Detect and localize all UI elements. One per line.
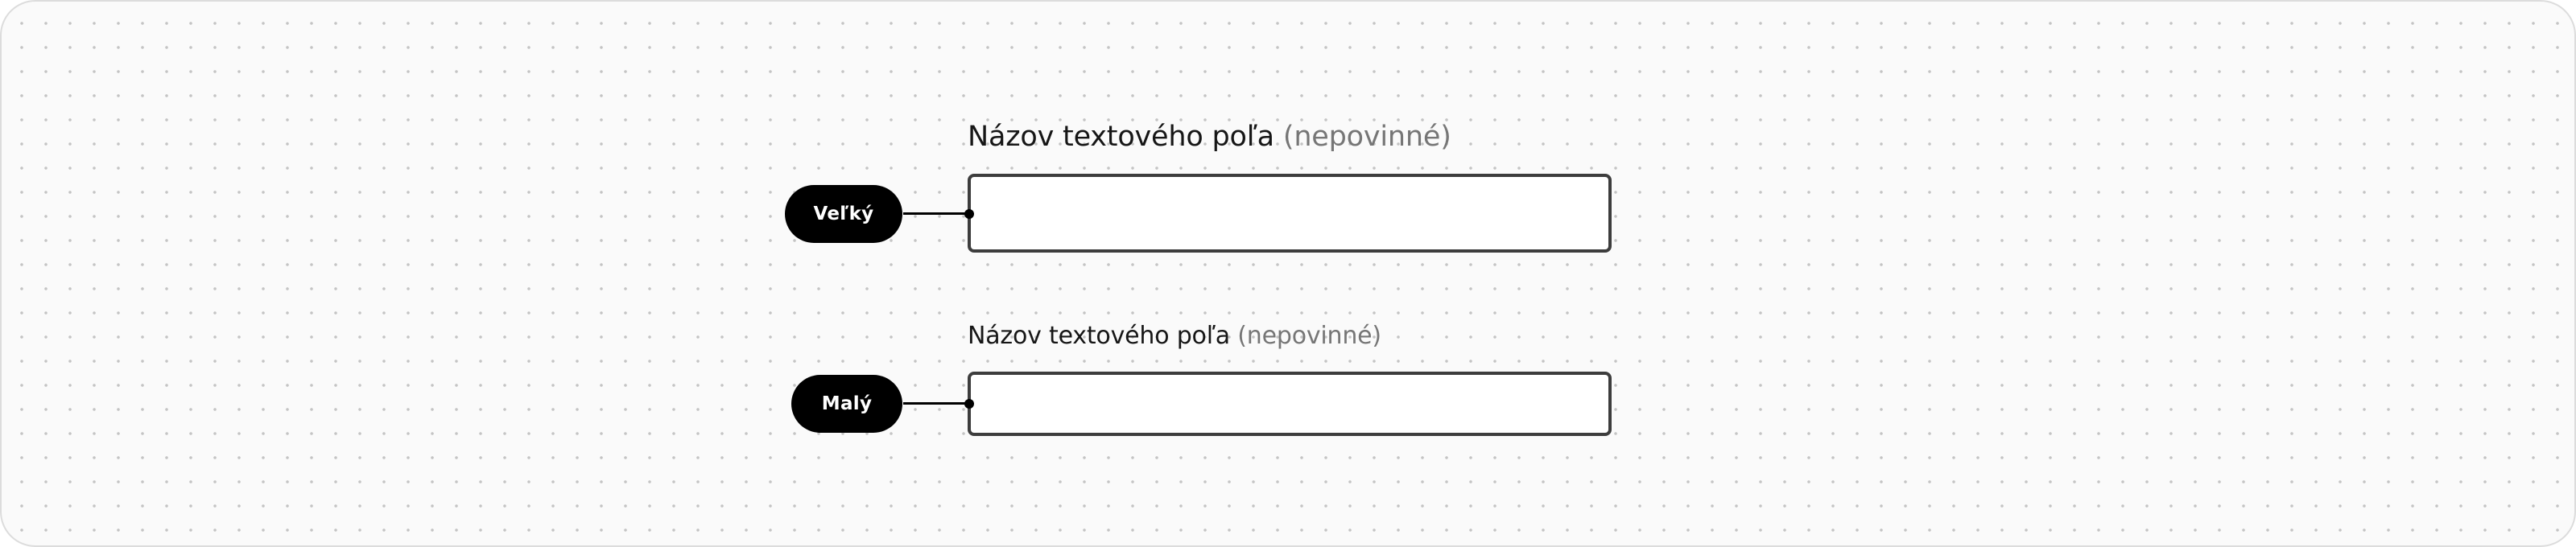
small-field-optional-hint: (nepovinné) <box>1237 322 1381 350</box>
large-field-label-text: Názov textového poľa <box>968 121 1274 153</box>
small-field-label-text: Názov textového poľa <box>968 322 1230 350</box>
connector-line-small <box>903 402 969 405</box>
connector-dot-small <box>964 399 974 409</box>
size-tag-small: Malý <box>791 375 902 433</box>
small-field-label: Názov textového poľa (nepovinné) <box>968 319 1381 354</box>
connector-dot-large <box>964 209 974 219</box>
large-field-optional-hint: (nepovinné) <box>1282 121 1451 153</box>
small-text-input[interactable] <box>968 372 1612 436</box>
size-tag-large: Veľký <box>785 185 902 243</box>
connector-line-large <box>903 212 969 215</box>
dotted-canvas: Názov textového poľa (nepovinné) Veľký N… <box>0 0 2576 547</box>
large-text-input[interactable] <box>968 174 1612 253</box>
large-field-label: Názov textového poľa (nepovinné) <box>968 116 1451 158</box>
